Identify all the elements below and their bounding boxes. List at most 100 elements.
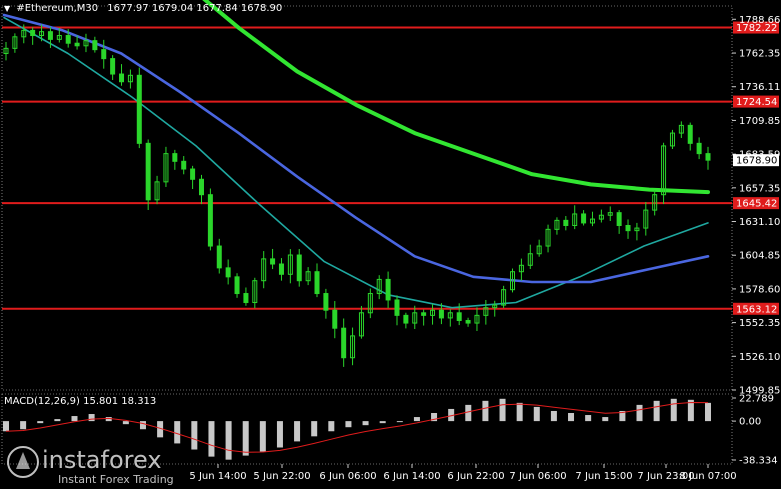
candle-body <box>625 225 631 232</box>
candle-body <box>323 293 329 311</box>
price-candles <box>3 24 711 367</box>
watermark-brand: instaforex <box>42 446 162 474</box>
time-tick-label: 8 Jun 07:00 <box>679 471 736 482</box>
candle-body <box>181 160 187 170</box>
time-tick-label: 5 Jun 22:00 <box>253 471 310 482</box>
macd-tick-label: 22.789 <box>739 394 774 405</box>
macd-histogram-bar <box>653 400 660 422</box>
current-price-label: 1678.90 <box>736 156 777 167</box>
watermark-tagline: Instant Forex Trading <box>58 473 174 486</box>
price-tick-label: 1631.10 <box>739 217 780 228</box>
candle-body <box>172 153 178 162</box>
candle-body <box>341 327 347 359</box>
price-tick-label: 1578.60 <box>739 284 780 295</box>
macd-histogram-bar <box>191 421 198 450</box>
candle-body <box>47 31 53 40</box>
candle-body <box>225 267 231 278</box>
chart-canvas[interactable]: 1782.221724.541645.421563.12 1788.66 1762… <box>0 0 781 489</box>
candle-body <box>278 263 284 275</box>
candle-body <box>270 258 276 265</box>
level-price-label: 1563.12 <box>736 304 777 315</box>
candle-body <box>198 178 204 196</box>
macd-histogram-bar <box>585 415 592 422</box>
quote-values: 1677.97 1679.04 1677.84 1678.90 <box>107 3 283 14</box>
price-levels: 1782.221724.541645.421563.12 <box>2 21 779 315</box>
macd-histogram-bar <box>362 421 369 426</box>
ma-mid-line <box>2 13 710 284</box>
candle-body <box>30 29 36 37</box>
macd-histogram-bar <box>670 398 677 422</box>
macd-histogram-bar <box>3 421 9 432</box>
macd-histogram-bar <box>465 404 472 422</box>
candle-body <box>394 299 400 316</box>
instaforex-logo-icon <box>7 446 39 478</box>
candle-body <box>243 293 249 304</box>
macd-histogram-bar <box>122 421 129 425</box>
time-tick-label: 5 Jun 14:00 <box>189 471 246 482</box>
macd-histogram-bar <box>705 402 711 422</box>
candle-body <box>385 278 391 301</box>
candle-body <box>92 40 98 51</box>
candle-body <box>705 153 711 161</box>
macd-histogram-bar <box>602 417 609 422</box>
macd-histogram-bar <box>139 421 146 430</box>
time-tick-label: 7 Jun 15:00 <box>575 471 632 482</box>
chart-header: ▼ #Ethereum,M30 1677.97 1679.04 1677.84 … <box>4 3 282 14</box>
candle-body <box>314 271 320 295</box>
time-tick-label: 6 Jun 14:00 <box>383 471 440 482</box>
macd-histogram-bar <box>568 413 575 422</box>
candle-body <box>563 219 569 227</box>
candle-body <box>207 194 213 247</box>
ma-slow-line <box>202 0 710 195</box>
candle-body <box>234 276 240 295</box>
macd-histogram-bar <box>516 402 523 422</box>
ma-fast-line <box>3 16 709 309</box>
time-tick-label: 7 Jun 06:00 <box>509 471 566 482</box>
price-tick-label: 1552.35 <box>739 318 780 329</box>
time-tick-label: 6 Jun 06:00 <box>319 471 376 482</box>
moving-averages <box>2 0 710 309</box>
level-price-label: 1724.54 <box>736 97 777 108</box>
macd-histogram-bar <box>533 406 540 422</box>
macd-histogram-bar <box>499 398 506 422</box>
candle-body <box>332 309 338 329</box>
macd-histogram-bar <box>276 421 283 448</box>
macd-signal-line <box>5 401 709 453</box>
candle-body <box>465 319 471 324</box>
macd-tick-label: 0.00 <box>739 417 761 428</box>
macd-histogram-bar <box>174 421 181 444</box>
macd-histogram-bar <box>482 400 489 422</box>
macd-histogram-bar <box>379 421 386 424</box>
symbol-label: #Ethereum,M30 <box>16 3 99 14</box>
price-tick-label: 1526.10 <box>739 352 780 363</box>
time-tick-label: 6 Jun 22:00 <box>447 471 504 482</box>
macd-histogram-bar <box>550 410 557 422</box>
price-tick-label: 1709.85 <box>739 116 780 127</box>
candle-body <box>296 254 302 282</box>
candle-body <box>119 73 125 83</box>
macd-histogram-bar <box>396 421 403 423</box>
macd-histogram-bar <box>413 417 420 422</box>
macd-histogram-bar <box>311 421 318 437</box>
candle-body <box>216 245 222 269</box>
price-tick-label: 1736.11 <box>739 82 780 93</box>
candle-body <box>438 309 444 319</box>
dropdown-arrow-icon[interactable]: ▼ <box>4 4 10 13</box>
macd-histogram-bar <box>208 421 215 457</box>
candle-body <box>136 74 142 144</box>
candle-body <box>696 142 702 155</box>
macd-histogram-bar <box>242 421 249 456</box>
candle-body <box>65 35 71 44</box>
candle-body <box>101 49 107 60</box>
macd-histogram-bar <box>636 404 643 422</box>
macd-histogram-bar <box>20 421 27 430</box>
macd-indicator-label: MACD(12,26,9) 15.801 18.313 <box>4 396 157 407</box>
price-tick-label: 1657.35 <box>739 183 780 194</box>
candle-body <box>581 213 587 224</box>
macd-histogram-bar <box>225 421 232 460</box>
candle-body <box>190 168 196 180</box>
macd-tick-label: -38.334 <box>739 456 778 467</box>
candle-body <box>616 212 622 227</box>
price-tick-label: 1788.66 <box>739 15 780 26</box>
price-tick-label: 1762.35 <box>739 49 780 60</box>
